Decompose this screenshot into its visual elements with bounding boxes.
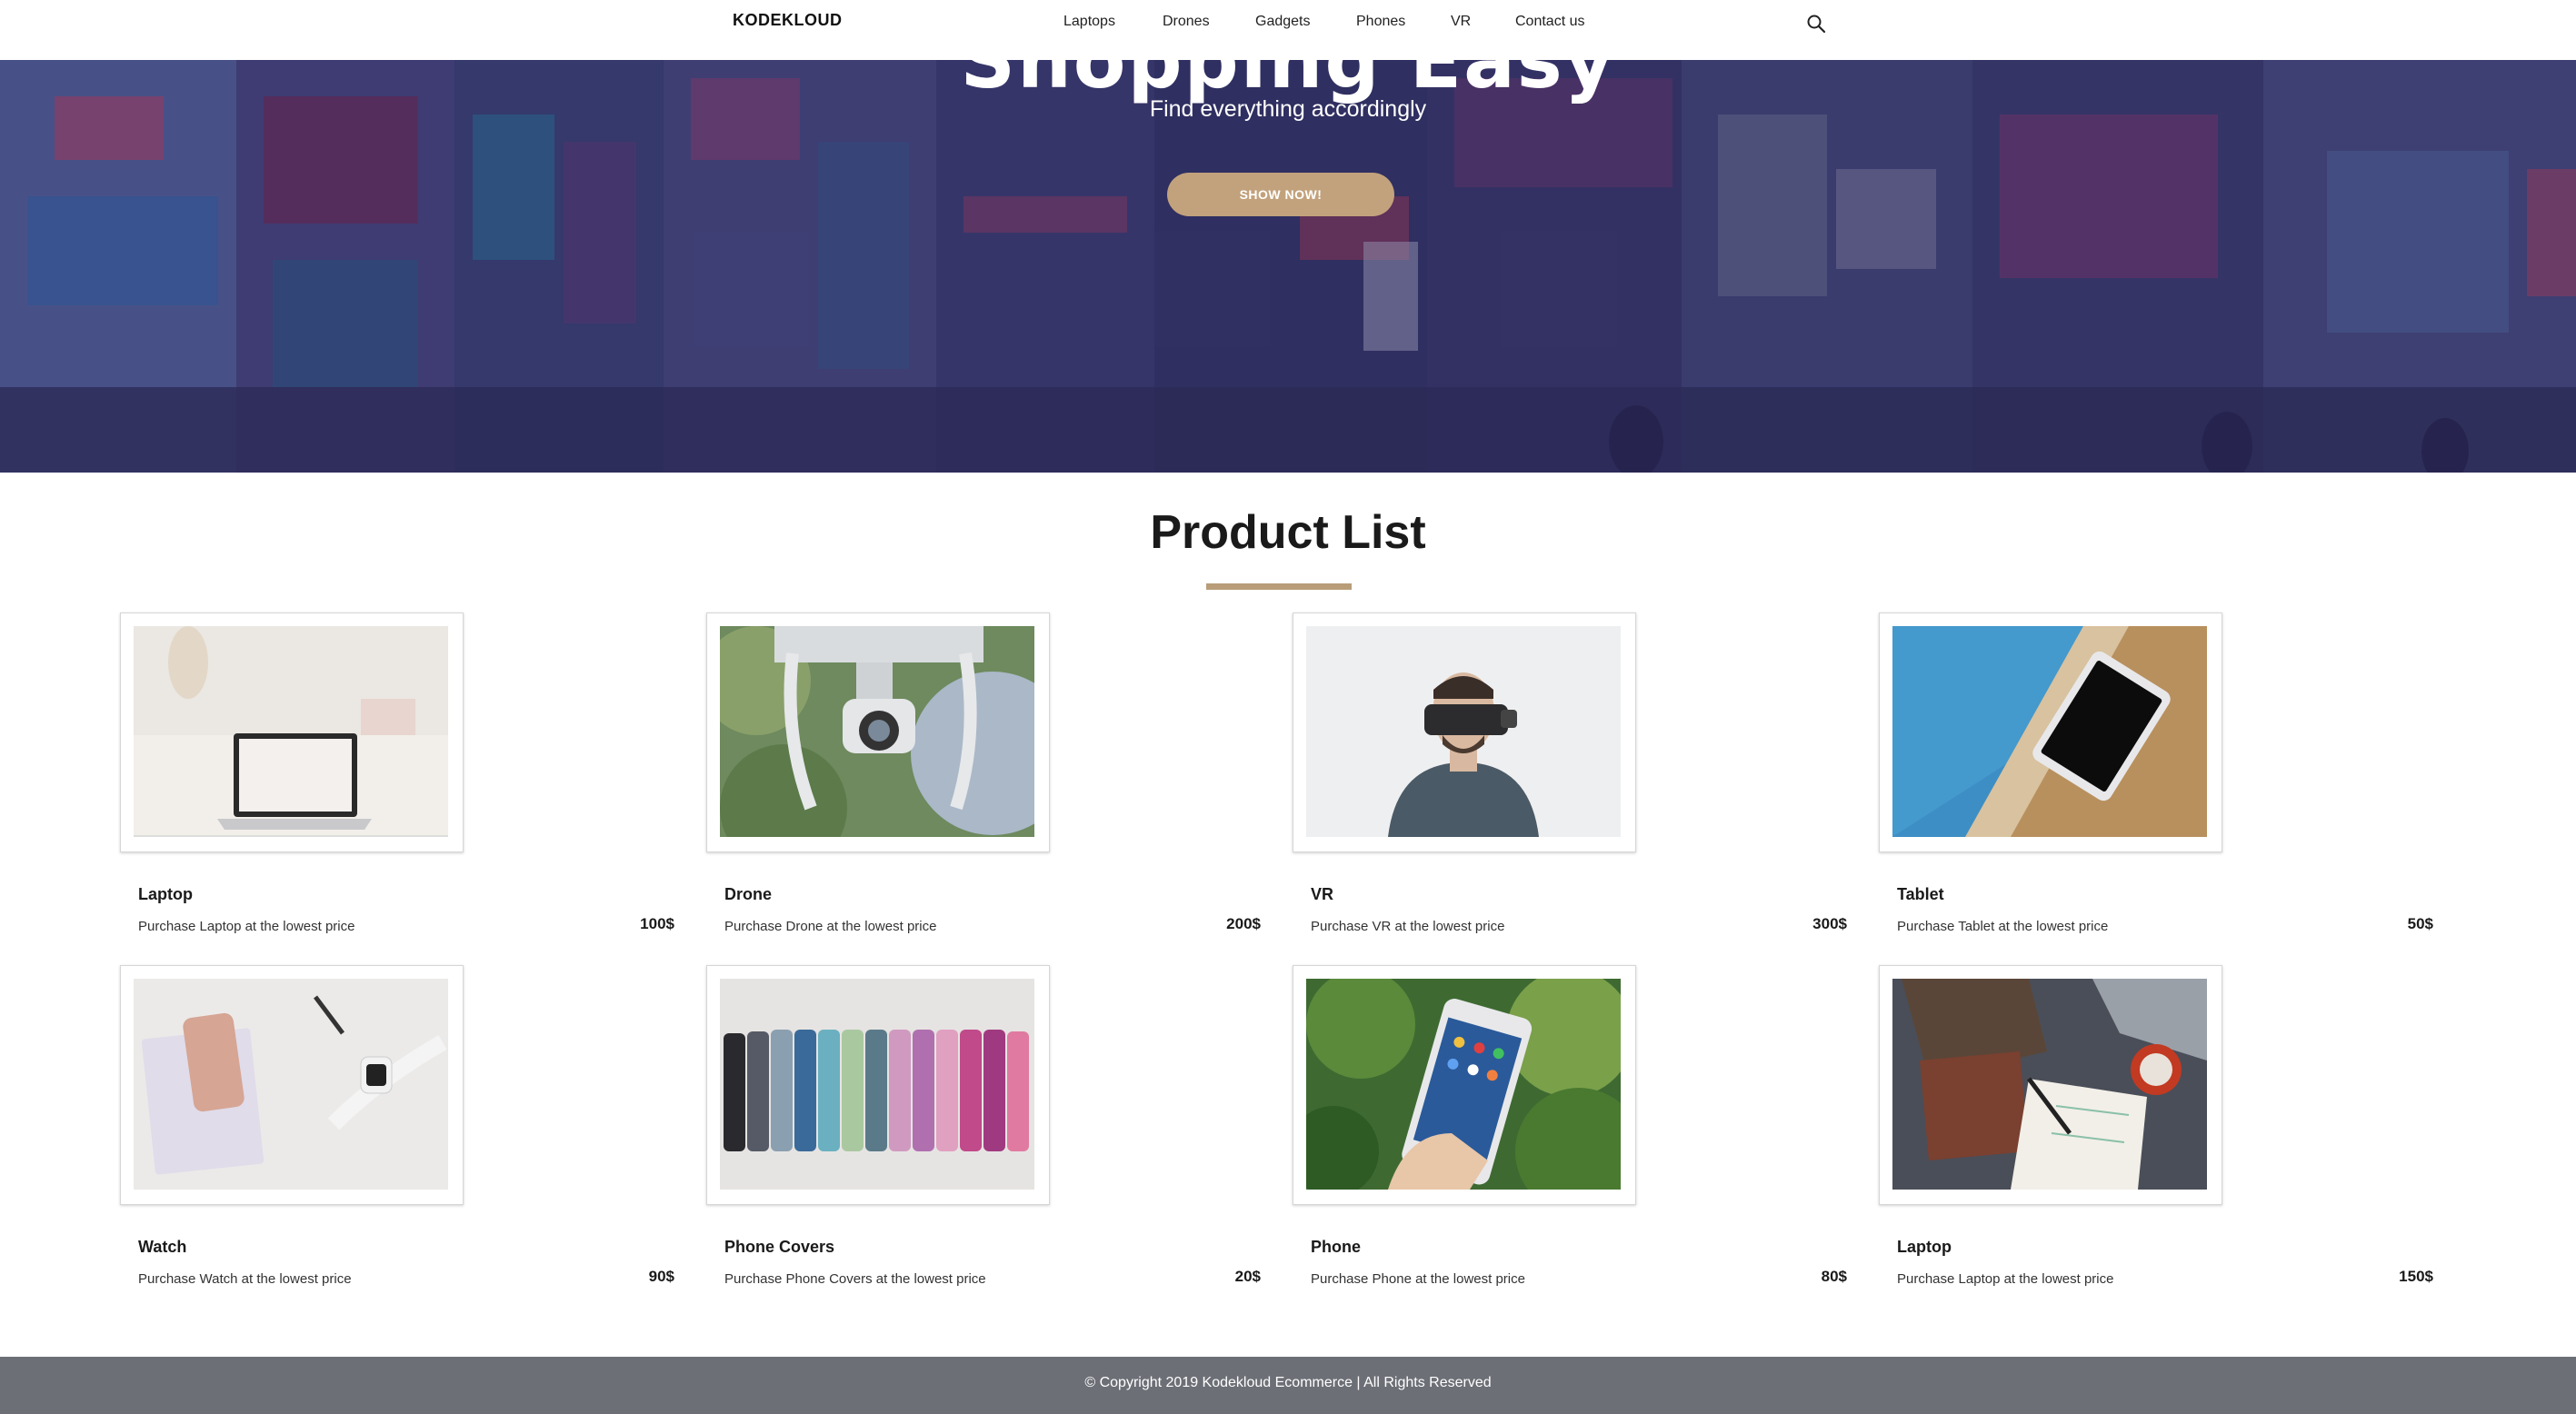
top-navbar: KODEKLOUD Laptops Drones Gadgets Phones … [0,0,2576,60]
phone-covers-image[interactable] [720,979,1034,1190]
product-card-phone[interactable]: Phone Purchase Phone at the lowest price… [1293,965,1874,1319]
nav-link-gadgets[interactable]: Gadgets [1255,14,1310,30]
product-description: Purchase Phone at the lowest price [1311,1271,1525,1287]
product-description: Purchase Laptop at the lowest price [138,919,355,934]
product-price: 100$ [640,915,674,932]
hero-subtitle: Find everything accordingly [1149,96,1427,122]
nav-link-laptops[interactable]: Laptops [1063,14,1115,30]
footer: © Copyright 2019 Kodekloud Ecommerce | A… [0,1357,2576,1414]
product-card-vr[interactable]: VR Purchase VR at the lowest price 300$ [1293,612,1874,967]
watch-image[interactable] [134,979,448,1190]
laptop-image[interactable] [134,626,448,837]
product-image-frame [1879,612,2222,852]
product-description: Purchase VR at the lowest price [1311,919,1505,934]
product-name: Drone [724,885,773,903]
phone-image[interactable] [1306,979,1621,1190]
product-image-frame [1293,612,1636,852]
product-image-frame [1293,965,1636,1205]
product-image-frame [706,965,1050,1205]
product-list-title: Product List [1150,506,1426,559]
product-card-laptop[interactable]: Laptop Purchase Laptop at the lowest pri… [120,612,702,967]
product-card-phone-covers[interactable]: Phone Covers Purchase Phone Covers at th… [706,965,1288,1319]
product-price: 300$ [1812,915,1847,932]
nav-link-drones[interactable]: Drones [1163,14,1210,30]
product-name: Phone [1311,1238,1362,1256]
product-name: Watch [138,1238,187,1256]
product-price: 200$ [1226,915,1261,932]
search-icon[interactable] [1805,13,1827,35]
product-description: Purchase Watch at the lowest price [138,1271,352,1287]
product-name: Tablet [1897,885,1944,903]
product-name: Phone Covers [724,1238,835,1256]
product-image-frame [120,612,464,852]
product-description: Purchase Laptop at the lowest price [1897,1271,2114,1287]
tablet-image[interactable] [1892,626,2207,837]
product-price: 150$ [2399,1268,2433,1285]
hero-banner: Shopping Easy Find everything accordingl… [0,60,2576,473]
product-description: Purchase Drone at the lowest price [724,919,937,934]
vr-image[interactable] [1306,626,1621,837]
product-name: VR [1311,885,1334,903]
product-price: 80$ [1821,1268,1847,1285]
copyright-text: © Copyright 2019 Kodekloud Ecommerce | A… [1084,1375,1492,1390]
show-now-button[interactable]: SHOW NOW! [1167,173,1394,216]
laptop-desk-image[interactable] [1892,979,2207,1190]
title-underline [1206,583,1352,590]
product-description: Purchase Tablet at the lowest price [1897,919,2109,934]
nav-link-contact-us[interactable]: Contact us [1515,14,1584,30]
product-card-watch[interactable]: Watch Purchase Watch at the lowest price… [120,965,702,1319]
product-name: Laptop [138,885,193,903]
product-image-frame [120,965,464,1205]
product-image-frame [706,612,1050,852]
product-price: 90$ [648,1268,674,1285]
product-card-drone[interactable]: Drone Purchase Drone at the lowest price… [706,612,1288,967]
product-price: 50$ [2407,915,2433,932]
nav-link-phones[interactable]: Phones [1356,14,1405,30]
product-price: 20$ [1234,1268,1261,1285]
product-description: Purchase Phone Covers at the lowest pric… [724,1271,986,1287]
nav-link-vr[interactable]: VR [1451,14,1471,30]
product-name: Laptop [1897,1238,1952,1256]
product-image-frame [1879,965,2222,1205]
product-card-laptop-2[interactable]: Laptop Purchase Laptop at the lowest pri… [1879,965,2461,1319]
product-card-tablet[interactable]: Tablet Purchase Tablet at the lowest pri… [1879,612,2461,967]
drone-image[interactable] [720,626,1034,837]
brand-logo[interactable]: KODEKLOUD [733,11,843,30]
